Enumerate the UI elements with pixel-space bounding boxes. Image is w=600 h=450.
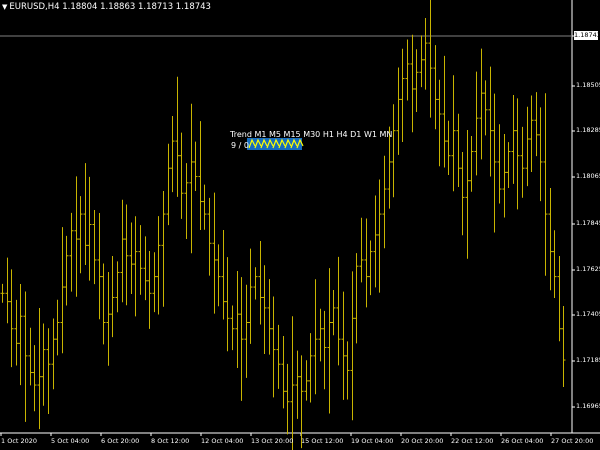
chart-window[interactable]: ▼ EURUSD,H4 1.18804 1.18863 1.18713 1.187… bbox=[0, 0, 600, 450]
time-tick-label: 15 Oct 12:00 bbox=[301, 437, 344, 445]
time-tick-label: 22 Oct 12:00 bbox=[451, 437, 494, 445]
time-tick-label: 1 Oct 2020 bbox=[1, 437, 38, 445]
time-tick-label: 5 Oct 04:00 bbox=[51, 437, 90, 445]
time-tick-label: 13 Oct 20:00 bbox=[251, 437, 294, 445]
price-tick-label: 1.16965 bbox=[576, 402, 600, 410]
trend-timeframe-label: H1 bbox=[322, 130, 334, 139]
trend-timeframe-label: M15 bbox=[283, 130, 301, 139]
trend-counts: 9 / 0 bbox=[231, 141, 249, 150]
current-price-badge: 1.18743 bbox=[574, 31, 600, 40]
price-tick-label: 1.18065 bbox=[576, 172, 600, 180]
price-tick-label: 1.17405 bbox=[576, 310, 600, 318]
trend-timeframe-label: D1 bbox=[350, 130, 362, 139]
trend-timeframe-label: M5 bbox=[269, 130, 281, 139]
price-tick-label: 1.17185 bbox=[576, 356, 600, 364]
time-tick-label: 12 Oct 04:00 bbox=[201, 437, 244, 445]
trend-indicator-header: Trend M1 M5 M15 M30 H1 H4 D1 W1 MN bbox=[230, 130, 392, 139]
time-tick-label: 27 Oct 20:00 bbox=[551, 437, 594, 445]
trend-timeframe-label: M30 bbox=[303, 130, 321, 139]
price-tick-label: 1.18505 bbox=[576, 81, 600, 89]
price-tick-label: 1.18285 bbox=[576, 126, 600, 134]
trend-timeframe-label: W1 bbox=[363, 130, 377, 139]
time-tick-label: 19 Oct 04:00 bbox=[351, 437, 394, 445]
trend-timeframe-label: MN bbox=[379, 130, 393, 139]
time-tick-label: 6 Oct 20:00 bbox=[101, 437, 140, 445]
time-tick-label: 20 Oct 20:00 bbox=[401, 437, 444, 445]
trend-title: Trend bbox=[230, 130, 252, 139]
price-tick-label: 1.17625 bbox=[576, 265, 600, 273]
trend-timeframe-label: M1 bbox=[254, 130, 267, 139]
trend-timeframe-label: H4 bbox=[336, 130, 348, 139]
price-tick-label: 1.17845 bbox=[576, 219, 600, 227]
price-chart[interactable] bbox=[0, 0, 600, 450]
time-tick-label: 26 Oct 04:00 bbox=[501, 437, 544, 445]
time-tick-label: 8 Oct 12:00 bbox=[151, 437, 190, 445]
